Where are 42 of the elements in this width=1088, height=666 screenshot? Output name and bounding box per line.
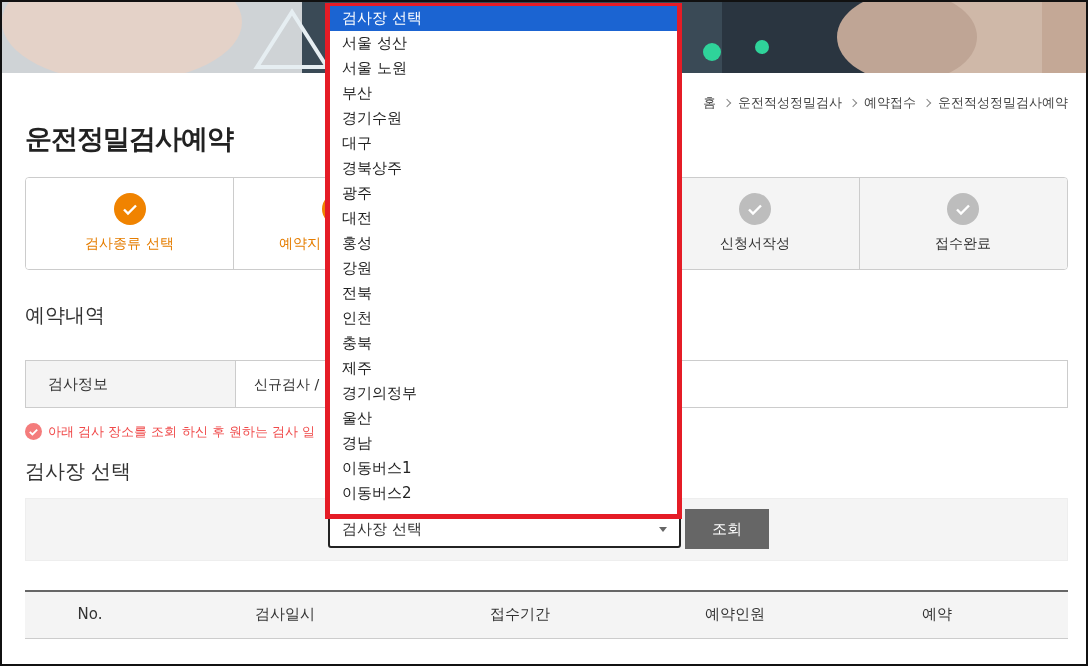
page-title: 운전정밀검사예약 [25, 121, 233, 156]
search-button[interactable]: 조회 [685, 509, 769, 549]
dropdown-option[interactable]: 이동버스1 [330, 456, 677, 481]
section-heading: 예약내역 [25, 302, 105, 329]
dropdown-option[interactable]: 경기수원 [330, 106, 677, 131]
dropdown-option[interactable]: 충북 [330, 331, 677, 356]
check-icon [25, 423, 42, 441]
dropdown-option[interactable]: 서울 성산 [330, 31, 677, 56]
dropdown-option[interactable]: 서울 노원 [330, 56, 677, 81]
step-label: 예약지 [279, 234, 322, 253]
dropdown-option[interactable]: 경남 [330, 431, 677, 456]
dropdown-option[interactable]: 경북상주 [330, 156, 677, 181]
dropdown-option[interactable]: 대구 [330, 131, 677, 156]
dropdown-option[interactable]: 검사장 선택 [330, 6, 677, 31]
step-label: 검사종류 선택 [85, 234, 174, 253]
table-cell-text: 신규검사 / [253, 374, 320, 394]
notice-text: 아래 검사 장소를 조회 하신 후 원하는 검사 일 [48, 423, 316, 441]
dropdown-option[interactable]: 울산 [330, 406, 677, 431]
dropdown-option[interactable]: 부산 [330, 81, 677, 106]
dropdown-option[interactable]: 홍성 [330, 231, 677, 256]
step-label: 신청서작성 [719, 234, 790, 253]
dropdown-option[interactable]: 대전 [330, 206, 677, 231]
step-label: 접수완료 [935, 234, 992, 253]
column-header: No. [76, 604, 104, 626]
dropdown-option[interactable]: 광주 [330, 181, 677, 206]
column-header: 예약 [921, 604, 953, 626]
breadcrumb-link[interactable]: 홈 [703, 93, 716, 113]
breadcrumb-link[interactable]: 예약접수 [864, 93, 916, 113]
breadcrumb-link[interactable]: 운전적성정밀검사예약 [938, 93, 1068, 113]
dropdown-option[interactable]: 이동버스2 [330, 481, 677, 506]
dropdown-option[interactable]: 인천 [330, 306, 677, 331]
column-header: 검사일시 [254, 604, 316, 626]
caret-icon [659, 526, 667, 532]
dropdown-option[interactable]: 경기의정부 [330, 381, 677, 406]
table-header-cell: 검사정보 [26, 361, 236, 407]
dropdown-option[interactable]: 전북 [330, 281, 677, 306]
section-heading: 검사장 선택 [25, 457, 132, 485]
column-header: 예약인원 [704, 604, 766, 626]
dropdown-option[interactable]: 강원 [330, 256, 677, 281]
dropdown-option[interactable]: 제주 [330, 356, 677, 381]
column-header: 접수기간 [489, 604, 551, 626]
breadcrumb-link[interactable]: 운전적성정밀검사 [738, 93, 842, 113]
